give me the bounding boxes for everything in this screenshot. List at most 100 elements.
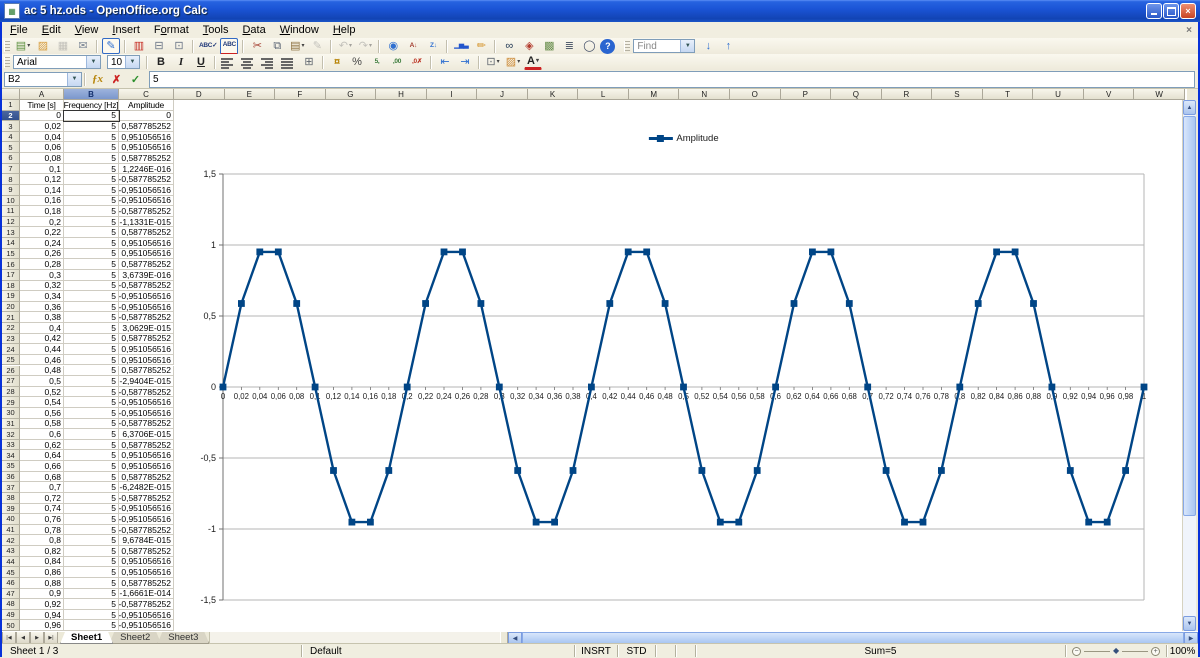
cell-B31[interactable]: 5 bbox=[64, 419, 119, 430]
menu-tools[interactable]: Tools bbox=[196, 23, 236, 37]
chevron-down-icon[interactable]: ▾ bbox=[536, 58, 539, 64]
font-name-select[interactable]: Arial ▼ bbox=[13, 55, 101, 69]
row-header-47[interactable]: 47 bbox=[2, 589, 20, 600]
menu-data[interactable]: Data bbox=[235, 23, 272, 37]
row-header-32[interactable]: 32 bbox=[2, 429, 20, 440]
cell-A39[interactable]: 0,74 bbox=[20, 504, 64, 515]
insert-chart-icon[interactable]: ▁▅▃ bbox=[452, 38, 470, 54]
sheet-tab-sheet3[interactable]: Sheet3 bbox=[157, 632, 209, 644]
cell-B20[interactable]: 5 bbox=[64, 302, 119, 313]
new-icon[interactable]: ▤▾ bbox=[14, 38, 32, 54]
underline-icon[interactable]: U bbox=[192, 54, 210, 70]
chevron-down-icon[interactable]: ▾ bbox=[369, 43, 372, 49]
cell-B37[interactable]: 5 bbox=[64, 482, 119, 493]
row-header-24[interactable]: 24 bbox=[2, 344, 20, 355]
menu-edit[interactable]: Edit bbox=[35, 23, 68, 37]
row-header-18[interactable]: 18 bbox=[2, 281, 20, 292]
cell-A40[interactable]: 0,76 bbox=[20, 514, 64, 525]
col-header-W[interactable]: W bbox=[1134, 89, 1185, 100]
cell-A29[interactable]: 0,54 bbox=[20, 397, 64, 408]
cell-A42[interactable]: 0,8 bbox=[20, 535, 64, 546]
cell-A4[interactable]: 0,04 bbox=[20, 132, 64, 143]
cell-C26[interactable]: 0,587785252 bbox=[119, 366, 174, 377]
cell-C34[interactable]: 0,951056516 bbox=[119, 450, 174, 461]
row-header-35[interactable]: 35 bbox=[2, 461, 20, 472]
cell-A45[interactable]: 0,86 bbox=[20, 567, 64, 578]
cell-C38[interactable]: -0,587785252 bbox=[119, 493, 174, 504]
row-header-48[interactable]: 48 bbox=[2, 599, 20, 610]
row-header-29[interactable]: 29 bbox=[2, 397, 20, 408]
cell-A50[interactable]: 0,96 bbox=[20, 620, 64, 631]
row-header-45[interactable]: 45 bbox=[2, 567, 20, 578]
col-header-M[interactable]: M bbox=[629, 89, 680, 100]
row-header-19[interactable]: 19 bbox=[2, 291, 20, 302]
cell-A2[interactable]: 0 bbox=[20, 111, 64, 122]
col-header-E[interactable]: E bbox=[225, 89, 276, 100]
row-header-20[interactable]: 20 bbox=[2, 302, 20, 313]
menu-file[interactable]: File bbox=[3, 23, 35, 37]
font-color-icon[interactable]: A▾ bbox=[524, 55, 542, 70]
zoom-icon[interactable]: ◯ bbox=[580, 38, 598, 54]
cell-B42[interactable]: 5 bbox=[64, 535, 119, 546]
col-header-S[interactable]: S bbox=[932, 89, 983, 100]
cell-B10[interactable]: 5 bbox=[64, 196, 119, 207]
minimize-button[interactable] bbox=[1146, 3, 1162, 19]
cell-A41[interactable]: 0,78 bbox=[20, 525, 64, 536]
spellcheck-icon[interactable]: ABC✓ bbox=[198, 38, 218, 54]
cell-C9[interactable]: -0,951056516 bbox=[119, 185, 174, 196]
embedded-chart[interactable]: Amplitude 1,510,50-0,5-1-1,500,020,040,0… bbox=[174, 100, 1186, 631]
cell-B25[interactable]: 5 bbox=[64, 355, 119, 366]
cell-B43[interactable]: 5 bbox=[64, 546, 119, 557]
cell-B35[interactable]: 5 bbox=[64, 461, 119, 472]
cell-A43[interactable]: 0,82 bbox=[20, 546, 64, 557]
cell-C11[interactable]: -0,587785252 bbox=[119, 206, 174, 217]
function-wizard-button[interactable]: ƒx bbox=[89, 72, 106, 87]
cell-B19[interactable]: 5 bbox=[64, 291, 119, 302]
col-header-N[interactable]: N bbox=[679, 89, 730, 100]
hyperlink-icon[interactable]: ◉ bbox=[384, 38, 402, 54]
cell-B46[interactable]: 5 bbox=[64, 578, 119, 589]
cell-C14[interactable]: 0,951056516 bbox=[119, 238, 174, 249]
row-header-36[interactable]: 36 bbox=[2, 472, 20, 483]
col-header-J[interactable]: J bbox=[477, 89, 528, 100]
bold-icon[interactable]: B bbox=[152, 54, 170, 70]
cell-A32[interactable]: 0,6 bbox=[20, 429, 64, 440]
formula-input[interactable]: 5 bbox=[149, 71, 1195, 88]
cell-C5[interactable]: 0,951056516 bbox=[119, 142, 174, 153]
row-header-31[interactable]: 31 bbox=[2, 419, 20, 430]
cell-C4[interactable]: 0,951056516 bbox=[119, 132, 174, 143]
add-decimal-icon[interactable]: ,00 bbox=[388, 54, 406, 70]
row-header-13[interactable]: 13 bbox=[2, 227, 20, 238]
cell-C17[interactable]: 3,6739E-016 bbox=[119, 270, 174, 281]
row-header-9[interactable]: 9 bbox=[2, 185, 20, 196]
cell-A6[interactable]: 0,08 bbox=[20, 153, 64, 164]
row-header-39[interactable]: 39 bbox=[2, 504, 20, 515]
cell-C1[interactable]: Amplitude bbox=[119, 100, 174, 111]
cell-C12[interactable]: -1,1331E-015 bbox=[119, 217, 174, 228]
col-header-Q[interactable]: Q bbox=[831, 89, 882, 100]
cell-A47[interactable]: 0,9 bbox=[20, 589, 64, 600]
merge-cells-icon[interactable]: ⊞ bbox=[300, 54, 318, 70]
row-header-38[interactable]: 38 bbox=[2, 493, 20, 504]
cell-C23[interactable]: 0,587785252 bbox=[119, 334, 174, 345]
cell-A14[interactable]: 0,24 bbox=[20, 238, 64, 249]
col-header-R[interactable]: R bbox=[882, 89, 933, 100]
menu-insert[interactable]: Insert bbox=[105, 23, 147, 37]
scroll-up-icon[interactable]: ▲ bbox=[1183, 100, 1196, 115]
cell-B36[interactable]: 5 bbox=[64, 472, 119, 483]
row-header-7[interactable]: 7 bbox=[2, 164, 20, 175]
cell-B11[interactable]: 5 bbox=[64, 206, 119, 217]
cell-C22[interactable]: 3,0629E-015 bbox=[119, 323, 174, 334]
cell-B34[interactable]: 5 bbox=[64, 450, 119, 461]
cell-B7[interactable]: 5 bbox=[64, 164, 119, 175]
cell-A36[interactable]: 0,68 bbox=[20, 472, 64, 483]
close-button[interactable]: × bbox=[1180, 3, 1196, 19]
row-header-12[interactable]: 12 bbox=[2, 217, 20, 228]
row-header-3[interactable]: 3 bbox=[2, 121, 20, 132]
row-header-4[interactable]: 4 bbox=[2, 132, 20, 143]
cell-B3[interactable]: 5 bbox=[64, 121, 119, 132]
row-header-14[interactable]: 14 bbox=[2, 238, 20, 249]
auto-spellcheck-icon[interactable]: ABC bbox=[220, 38, 238, 55]
cell-A8[interactable]: 0,12 bbox=[20, 174, 64, 185]
cell-C46[interactable]: 0,587785252 bbox=[119, 578, 174, 589]
